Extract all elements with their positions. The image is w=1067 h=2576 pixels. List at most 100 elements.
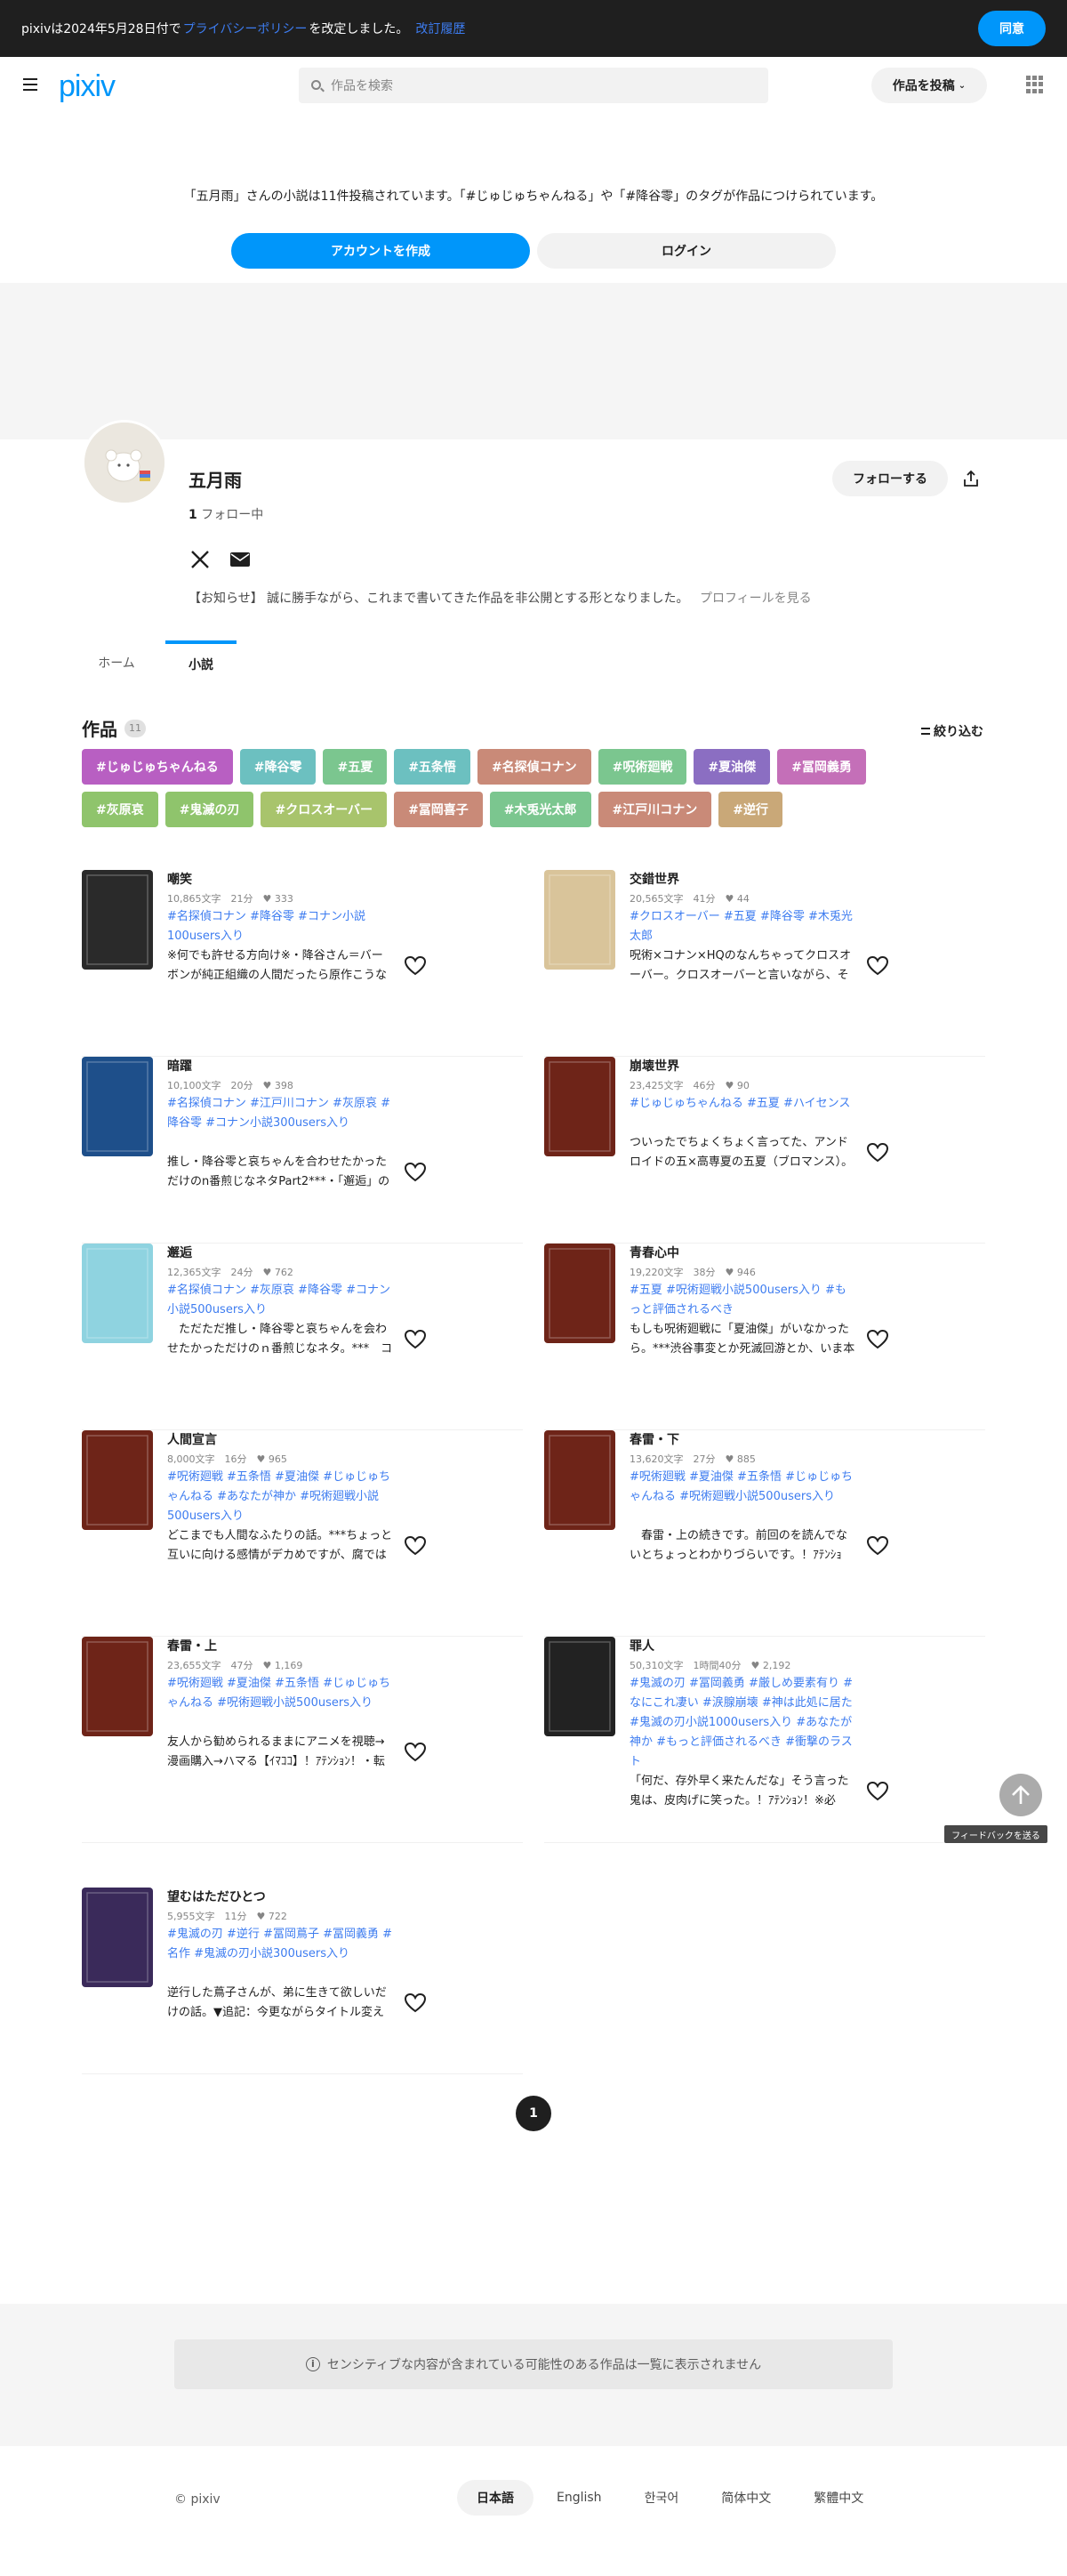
search-input[interactable]: 作品を検索 — [299, 68, 768, 103]
agree-button[interactable]: 同意 — [978, 11, 1046, 46]
revision-history-link[interactable]: 改訂履歴 — [415, 20, 465, 37]
novel-tags[interactable]: #鬼滅の刃 #冨岡義勇 #厳しめ要素有り #なにこれ凄い #涙腺崩壊 #神は此処… — [630, 1674, 855, 1772]
novel-cover-thumbnail[interactable] — [544, 1244, 615, 1343]
avatar[interactable] — [82, 420, 167, 505]
view-profile-link[interactable]: プロフィールを見る — [700, 592, 812, 606]
novel-title[interactable]: 人間宣言 — [167, 1430, 217, 1448]
tag-chip[interactable]: #木兎光太郎 — [489, 792, 591, 827]
novel-tags[interactable]: #五夏 #呪術廻戦小説500users入り #もっと評価されるべき — [630, 1281, 855, 1320]
novel-card[interactable]: 崩壊世界 23,425文字 46分 ♥ 90 #じゅじゅちゃんねる #五夏 #ハイセ… — [544, 1057, 985, 1244]
language-option[interactable]: 繁體中文 — [794, 2480, 883, 2516]
follow-button[interactable]: フォローする — [832, 461, 948, 496]
novel-cover-thumbnail[interactable] — [82, 1430, 153, 1530]
novel-card[interactable]: 暗躍 10,100文字 20分 ♥ 398 #名探偵コナン #江戸川コナン #灰原哀… — [82, 1057, 523, 1244]
heart-icon[interactable] — [404, 1162, 427, 1183]
novel-card[interactable]: 春雷・上 23,655文字 47分 ♥ 1,169 #呪術廻戦 #夏油傑 #五条悟 … — [82, 1637, 523, 1843]
novel-title[interactable]: 暗躍 — [167, 1057, 192, 1075]
novel-title[interactable]: 春雷・下 — [630, 1430, 679, 1448]
novel-tags[interactable]: #呪術廻戦 #五条悟 #夏油傑 #じゅじゅちゃんねる #あなたが神か #呪術廻戦… — [167, 1468, 393, 1526]
novel-tags[interactable]: #名探偵コナン #江戸川コナン #灰原哀 #降谷零 #コナン小説300users… — [167, 1094, 393, 1133]
login-button[interactable]: ログイン — [537, 233, 836, 269]
scroll-to-top-button[interactable] — [999, 1774, 1042, 1816]
pagination-current-page[interactable]: 1 — [516, 2096, 551, 2131]
privacy-policy-link[interactable]: プライバシーポリシー — [183, 20, 308, 37]
novel-tags[interactable]: #鬼滅の刃 #逆行 #冨岡蔦子 #冨岡義勇 #名作 #鬼滅の刃小説300user… — [167, 1925, 393, 1964]
tag-chip[interactable]: #逆行 — [718, 792, 782, 827]
novel-cover-thumbnail[interactable] — [82, 1244, 153, 1343]
novel-title[interactable]: 交錯世界 — [630, 870, 679, 888]
novel-card[interactable]: 嘲笑 10,865文字 21分 ♥ 333 #名探偵コナン #降谷零 #コナン小説1… — [82, 870, 523, 1057]
heart-icon[interactable] — [866, 1329, 889, 1350]
novel-description: どこまでも人間なふたりの話。***ちょっと互いに向ける感情がデカめですが、腐では… — [167, 1529, 393, 1562]
apps-grid-icon[interactable] — [1026, 76, 1044, 93]
post-work-button[interactable]: 作品を投稿 ⌄ — [871, 68, 987, 103]
heart-icon[interactable] — [866, 1142, 889, 1163]
create-account-button[interactable]: アカウントを作成 — [231, 233, 530, 269]
tag-chip[interactable]: #夏油傑 — [694, 749, 771, 785]
novel-tags[interactable]: #名探偵コナン #灰原哀 #降谷零 #コナン小説500users入り — [167, 1281, 393, 1320]
novel-cover-thumbnail[interactable] — [82, 1057, 153, 1156]
novel-title[interactable]: 青春心中 — [630, 1244, 679, 1261]
pixiv-logo[interactable]: pixiv — [59, 69, 116, 104]
tag-chip[interactable]: #鬼滅の刃 — [164, 792, 254, 827]
tag-chip[interactable]: #江戸川コナン — [598, 792, 712, 827]
share-icon[interactable] — [962, 470, 980, 487]
novel-cover-thumbnail[interactable] — [82, 1637, 153, 1736]
novel-tags[interactable]: #名探偵コナン #降谷零 #コナン小説100users入り — [167, 907, 393, 946]
send-feedback-button[interactable]: フィードバックを送る — [944, 1825, 1047, 1843]
novel-tags[interactable]: #クロスオーバー #五夏 #降谷零 #木兎光太郎 — [630, 907, 855, 946]
novel-title[interactable]: 望むはただひとつ — [167, 1888, 266, 1905]
novel-card[interactable]: 邂逅 12,365文字 24分 ♥ 762 #名探偵コナン #灰原哀 #降谷零 #コ… — [82, 1244, 523, 1430]
mail-icon[interactable] — [229, 551, 251, 568]
heart-icon[interactable] — [404, 955, 427, 977]
filter-button[interactable]: 絞り込む — [921, 722, 983, 740]
language-option[interactable]: 简体中文 — [702, 2480, 790, 2516]
novel-card[interactable]: 青春心中 19,220文字 38分 ♥ 946 #五夏 #呪術廻戦小説500user… — [544, 1244, 985, 1430]
novel-cover-thumbnail[interactable] — [544, 1430, 615, 1530]
heart-icon[interactable] — [866, 1535, 889, 1557]
tab-home[interactable]: ホーム — [92, 640, 140, 685]
x-twitter-icon[interactable] — [190, 550, 210, 569]
language-option[interactable]: 한국어 — [625, 2480, 699, 2516]
novel-card[interactable]: 望むはただひとつ 5,955文字 11分 ♥ 722 #鬼滅の刃 #逆行 #冨岡蔦子… — [82, 1888, 523, 2074]
tag-chip[interactable]: #五夏 — [323, 749, 388, 785]
heart-icon[interactable] — [404, 1535, 427, 1557]
novel-title[interactable]: 崩壊世界 — [630, 1057, 679, 1075]
tag-chip[interactable]: #冨岡義勇 — [777, 749, 866, 785]
tag-chip[interactable]: #じゅじゅちゃんねる — [82, 749, 233, 785]
novel-cover-thumbnail[interactable] — [544, 870, 615, 970]
novel-card[interactable]: 春雷・下 13,620文字 27分 ♥ 885 #呪術廻戦 #夏油傑 #五条悟 #じ… — [544, 1430, 985, 1637]
novel-description: 春雷・上の続きです。前回のを読んでないとちょっとわかりづらいです。！ｱﾃﾝｼｮﾝ… — [630, 1529, 848, 1562]
tag-chip[interactable]: #クロスオーバー — [261, 792, 388, 827]
novel-tags[interactable]: #呪術廻戦 #夏油傑 #五条悟 #じゅじゅちゃんねる #呪術廻戦小説500use… — [167, 1674, 393, 1713]
heart-icon[interactable] — [866, 1781, 889, 1802]
novel-card[interactable]: 交錯世界 20,565文字 41分 ♥ 44 #クロスオーバー #五夏 #降谷零 #… — [544, 870, 985, 1057]
novel-tags[interactable]: #呪術廻戦 #夏油傑 #五条悟 #じゅじゅちゃんねる #呪術廻戦小説500use… — [630, 1468, 855, 1507]
novel-title[interactable]: 罪人 — [630, 1637, 654, 1654]
tag-chip[interactable]: #五条悟 — [394, 749, 470, 785]
tag-chip[interactable]: #呪術廻戦 — [598, 749, 687, 785]
tag-chip[interactable]: #灰原哀 — [82, 792, 158, 827]
novel-card[interactable]: 人間宣言 8,000文字 16分 ♥ 965 #呪術廻戦 #五条悟 #夏油傑 #じゅ… — [82, 1430, 523, 1637]
novel-tags[interactable]: #じゅじゅちゃんねる #五夏 #ハイセンス — [630, 1094, 855, 1114]
novel-cover-thumbnail[interactable] — [544, 1057, 615, 1156]
novel-cover-thumbnail[interactable] — [544, 1637, 615, 1736]
novel-title[interactable]: 邂逅 — [167, 1244, 192, 1261]
heart-icon[interactable] — [404, 1329, 427, 1350]
language-option[interactable]: 日本語 — [457, 2480, 534, 2516]
following-count[interactable]: 1 フォロー中 — [189, 505, 263, 523]
novel-card[interactable]: 罪人 50,310文字 1時間40分 ♥ 2,192 #鬼滅の刃 #冨岡義勇 #厳し… — [544, 1637, 985, 1843]
tag-chip[interactable]: #名探偵コナン — [477, 749, 591, 785]
novel-cover-thumbnail[interactable] — [82, 870, 153, 970]
hamburger-menu-icon[interactable] — [23, 78, 37, 91]
heart-icon[interactable] — [866, 955, 889, 977]
tag-chip[interactable]: #冨岡喜子 — [394, 792, 483, 827]
heart-icon[interactable] — [404, 1742, 427, 1763]
tab-novel[interactable]: 小説 — [165, 640, 237, 685]
novel-title[interactable]: 嘲笑 — [167, 870, 192, 888]
tag-chip[interactable]: #降谷零 — [239, 749, 317, 785]
language-option[interactable]: English — [537, 2480, 622, 2516]
novel-title[interactable]: 春雷・上 — [167, 1637, 217, 1654]
novel-cover-thumbnail[interactable] — [82, 1888, 153, 1987]
heart-icon[interactable] — [404, 1992, 427, 2014]
